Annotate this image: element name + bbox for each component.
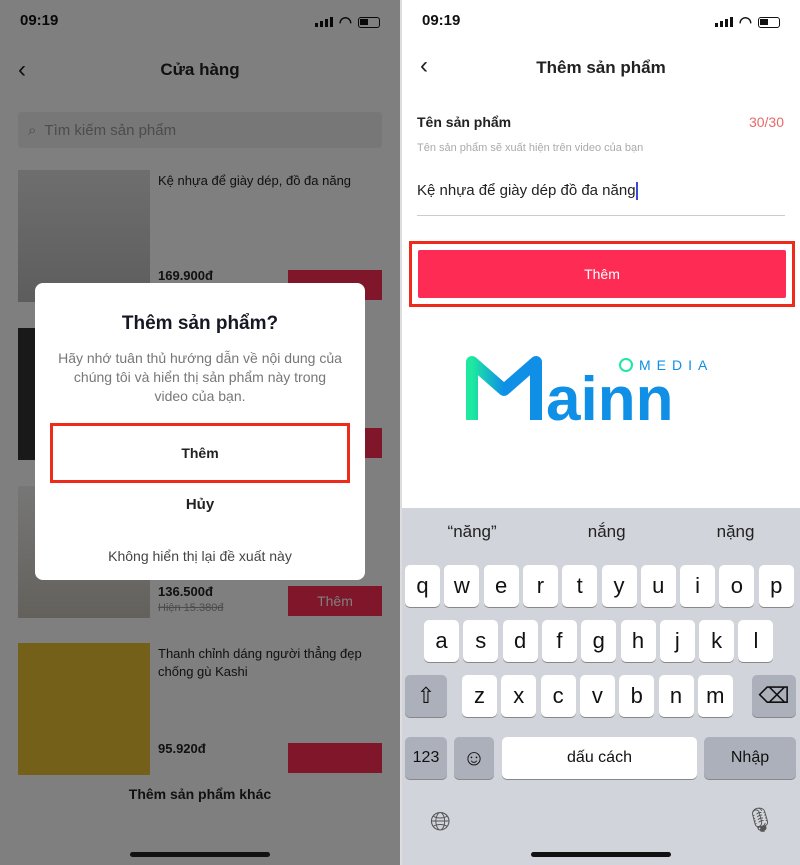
key-u[interactable]: u xyxy=(640,565,676,607)
char-counter: 30/30 xyxy=(748,114,784,130)
battery-icon xyxy=(758,16,780,28)
field-label: Tên sản phẩm xyxy=(417,114,512,130)
key-v[interactable]: v xyxy=(579,675,615,717)
key-m[interactable]: m xyxy=(697,675,733,717)
watermark-logo: ainn MEDIA xyxy=(466,356,713,430)
key-h[interactable]: h xyxy=(620,620,656,662)
key-q[interactable]: q xyxy=(405,565,440,607)
add-button[interactable]: Thêm xyxy=(418,250,786,298)
key-c[interactable]: c xyxy=(540,675,576,717)
dialog-message: Hãy nhớ tuân thủ hướng dẫn về nội dung c… xyxy=(58,350,342,404)
key-t[interactable]: t xyxy=(562,565,598,607)
product-name-input[interactable]: Kệ nhựa để giày dép đồ đa năng xyxy=(417,176,785,216)
key-b[interactable]: b xyxy=(619,675,655,717)
dialog-title: Thêm sản phẩm? xyxy=(121,313,279,334)
key-f[interactable]: f xyxy=(541,620,577,662)
cancel-button[interactable]: Hủy xyxy=(50,489,350,519)
key-p[interactable]: p xyxy=(758,565,794,607)
suggestion[interactable]: nặng xyxy=(717,522,755,542)
backspace-key[interactable]: ⌫ xyxy=(752,675,796,717)
return-key[interactable]: Nhập xyxy=(704,737,796,779)
text-caret xyxy=(635,182,638,201)
svg-text:ainn: ainn xyxy=(546,365,673,430)
status-bar: 09:19 ◠ xyxy=(422,12,780,32)
key-g[interactable]: g xyxy=(581,620,617,662)
suggestion[interactable]: “năng” xyxy=(448,522,497,542)
wifi-icon: ◠ xyxy=(738,14,752,31)
space-key[interactable]: dấu cách xyxy=(502,737,697,779)
suggestion-bar: “năng” nắng nặng xyxy=(402,522,800,542)
confirm-add-button[interactable]: Thêm xyxy=(50,423,350,483)
shop-screen: 09:19 ◠ ‹ Cửa hàng ⌕Tìm kiếm sản phẩm Kệ… xyxy=(0,0,400,865)
key-y[interactable]: y xyxy=(601,565,637,607)
status-time: 09:19 xyxy=(422,12,461,29)
key-w[interactable]: w xyxy=(444,565,480,607)
svg-text:MEDIA: MEDIA xyxy=(639,357,713,373)
dont-show-again-button[interactable]: Không hiển thị lại đề xuất này xyxy=(50,541,350,571)
key-o[interactable]: o xyxy=(719,565,755,607)
numbers-key[interactable]: 123 xyxy=(405,737,447,779)
globe-icon[interactable]: 🌐︎ xyxy=(430,806,451,838)
home-indicator xyxy=(531,852,671,857)
home-indicator xyxy=(130,852,270,857)
key-k[interactable]: k xyxy=(699,620,735,662)
page-title: Thêm sản phẩm xyxy=(536,58,666,77)
key-r[interactable]: r xyxy=(522,565,558,607)
add-product-screen: 09:19 ◠ ‹ Thêm sản phẩm Tên sản phẩm 30/… xyxy=(402,0,800,865)
signal-icon xyxy=(714,17,733,27)
key-s[interactable]: s xyxy=(463,620,499,662)
highlight-box: Thêm xyxy=(409,241,795,307)
key-d[interactable]: d xyxy=(502,620,538,662)
shift-key[interactable]: ⇧ xyxy=(405,675,447,717)
key-e[interactable]: e xyxy=(483,565,519,607)
emoji-key[interactable]: ☺ xyxy=(454,737,494,779)
add-product-dialog: Thêm sản phẩm? Hãy nhớ tuân thủ hướng dẫ… xyxy=(35,283,365,580)
key-z[interactable]: z xyxy=(462,675,497,717)
field-hint: Tên sản phẩm sẽ xuất hiện trên video của… xyxy=(417,142,644,154)
suggestion[interactable]: nắng xyxy=(588,522,626,542)
key-i[interactable]: i xyxy=(680,565,716,607)
key-j[interactable]: j xyxy=(659,620,695,662)
key-n[interactable]: n xyxy=(658,675,694,717)
key-a[interactable]: a xyxy=(424,620,459,662)
key-x[interactable]: x xyxy=(501,675,537,717)
keyboard: “năng” nắng nặng qwertyuiop asdfghjkl zxcv… xyxy=(402,508,800,865)
key-l[interactable]: l xyxy=(738,620,774,662)
microphone-icon[interactable]: 🎙︎ xyxy=(745,806,775,835)
